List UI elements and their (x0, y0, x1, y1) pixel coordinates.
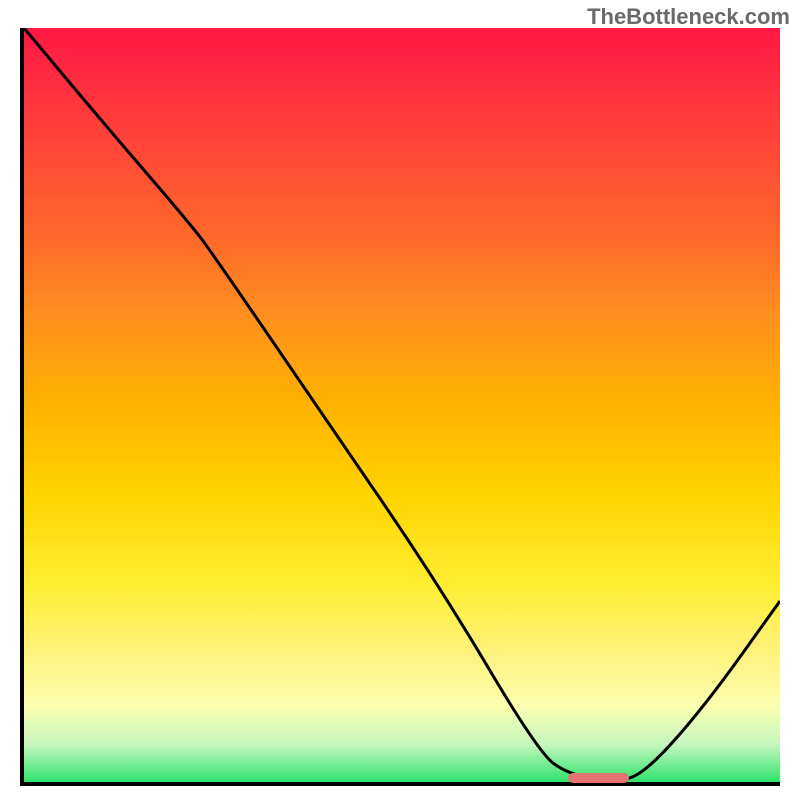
chart-gradient-background (24, 28, 780, 782)
chart-plot-area (20, 28, 780, 786)
optimal-zone-marker (568, 773, 628, 783)
watermark-text: TheBottleneck.com (587, 4, 790, 30)
